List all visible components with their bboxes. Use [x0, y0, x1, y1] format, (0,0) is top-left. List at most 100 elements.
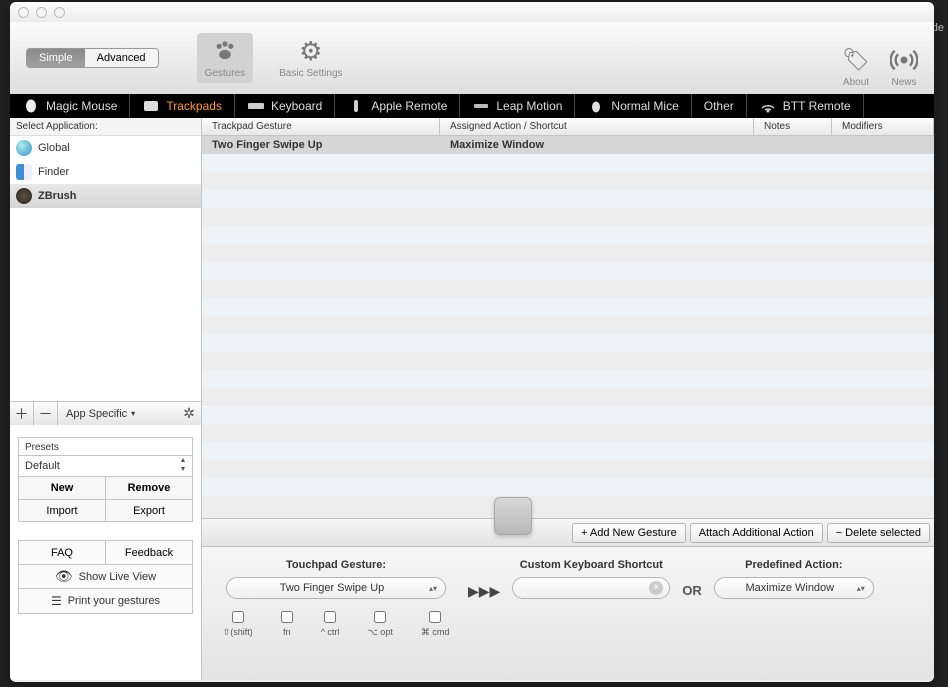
zoom-window-button[interactable] [54, 7, 65, 18]
sidebar-item-zbrush[interactable]: ZBrush [10, 184, 201, 208]
minimize-window-button[interactable] [36, 7, 47, 18]
news-label: News [891, 77, 916, 88]
col-gesture[interactable]: Trackpad Gesture [202, 118, 440, 135]
ctrl-checkbox[interactable] [324, 611, 336, 623]
col-action[interactable]: Assigned Action / Shortcut [440, 118, 754, 135]
tab-label: BTT Remote [783, 99, 851, 113]
chevron-down-icon: ▾ [131, 409, 135, 418]
app-specific-dropdown[interactable]: App Specific ▾ [58, 408, 177, 420]
chevron-updown-icon: ▴▾ [429, 584, 437, 593]
gesture-row[interactable] [202, 226, 934, 244]
shift-checkbox[interactable] [232, 611, 244, 623]
preset-remove-button[interactable]: Remove [106, 477, 192, 499]
tab-magic-mouse[interactable]: Magic Mouse [10, 94, 130, 118]
cmd-checkbox[interactable] [429, 611, 441, 623]
gesture-actions-bar: + Add New Gesture Attach Additional Acti… [202, 518, 934, 546]
gesture-row[interactable] [202, 460, 934, 478]
simple-mode-button[interactable]: Simple [27, 49, 85, 67]
print-gestures-button[interactable]: ☰ Print your gestures [19, 589, 192, 613]
tab-btt-remote[interactable]: BTT Remote [747, 94, 864, 118]
remove-app-button[interactable]: － [34, 402, 58, 426]
gesture-row[interactable] [202, 280, 934, 298]
gesture-row[interactable] [202, 154, 934, 172]
sidebar-gear-button[interactable]: ✲ [177, 405, 201, 422]
gesture-row[interactable] [202, 298, 934, 316]
gesture-row[interactable] [202, 316, 934, 334]
gesture-config-label: Touchpad Gesture: [286, 559, 386, 571]
predefined-action-select[interactable]: Maximize Window ▴▾ [714, 577, 874, 599]
eye-icon: 👁 [55, 568, 73, 585]
clear-shortcut-button[interactable]: × [649, 581, 663, 595]
delete-gesture-button[interactable]: − Delete selected [827, 523, 930, 543]
col-notes[interactable]: Notes [754, 118, 832, 135]
close-window-button[interactable] [18, 7, 29, 18]
presets-select[interactable]: Default ▲▼ [19, 455, 192, 477]
opt-label: ⌥ opt [367, 627, 392, 638]
column-headers: Trackpad Gesture Assigned Action / Short… [202, 118, 934, 136]
tab-leap-motion[interactable]: Leap Motion [460, 94, 575, 118]
tab-trackpads[interactable]: Trackpads [130, 94, 235, 118]
basic-settings-tab-button[interactable]: ⚙ Basic Settings [271, 33, 350, 83]
btt-window: Simple Advanced Gestures ⚙ Basic Setting… [10, 2, 934, 682]
or-label: OR [682, 583, 702, 598]
about-label: About [843, 77, 869, 88]
gesture-row[interactable] [202, 262, 934, 280]
tab-label: Keyboard [271, 99, 322, 113]
shortcut-input[interactable] [527, 582, 647, 594]
gesture-row[interactable] [202, 406, 934, 424]
gesture-row[interactable] [202, 370, 934, 388]
col-modifiers[interactable]: Modifiers [832, 118, 934, 135]
zbrush-icon [16, 188, 32, 204]
presets-value: Default [25, 460, 60, 472]
gesture-row[interactable] [202, 478, 934, 496]
sidebar-item-global[interactable]: Global [10, 136, 201, 160]
toolbar: Simple Advanced Gestures ⚙ Basic Setting… [10, 22, 934, 94]
drag-handle[interactable] [494, 497, 532, 535]
gesture-row[interactable] [202, 496, 934, 514]
fn-checkbox[interactable] [281, 611, 293, 623]
gesture-row[interactable] [202, 334, 934, 352]
preset-new-button[interactable]: New [19, 477, 106, 499]
add-app-button[interactable]: ＋ [10, 402, 34, 426]
attach-action-button[interactable]: Attach Additional Action [690, 523, 823, 543]
help-panel: FAQ Feedback 👁 Show Live View ☰ Print yo… [18, 540, 193, 614]
shortcut-config: Custom Keyboard Shortcut × [512, 559, 670, 599]
tab-apple-remote[interactable]: Apple Remote [335, 94, 460, 118]
tab-keyboard[interactable]: Keyboard [235, 94, 335, 118]
basic-settings-tab-label: Basic Settings [279, 68, 342, 79]
gesture-row[interactable] [202, 244, 934, 262]
gesture-select[interactable]: Two Finger Swipe Up ▴▾ [226, 577, 446, 599]
sidebar-actions: ＋ － App Specific ▾ ✲ [10, 401, 201, 425]
opt-checkbox[interactable] [374, 611, 386, 623]
gesture-row[interactable] [202, 388, 934, 406]
print-label: Print your gestures [68, 595, 160, 607]
news-button[interactable]: News [890, 46, 918, 88]
preset-import-button[interactable]: Import [19, 500, 106, 521]
advanced-mode-button[interactable]: Advanced [85, 49, 158, 67]
mode-segmented-control: Simple Advanced [26, 48, 159, 68]
tab-normal-mice[interactable]: Normal Mice [575, 94, 691, 118]
gesture-row[interactable] [202, 172, 934, 190]
gesture-row[interactable] [202, 190, 934, 208]
gesture-table[interactable]: Two Finger Swipe UpMaximize Window [202, 136, 934, 518]
faq-button[interactable]: FAQ [19, 541, 106, 564]
sidebar-item-finder[interactable]: Finder [10, 160, 201, 184]
gesture-row[interactable] [202, 442, 934, 460]
presets-panel: Presets Default ▲▼ New Remove Import Exp… [18, 437, 193, 522]
gesture-row[interactable] [202, 208, 934, 226]
gesture-row[interactable] [202, 424, 934, 442]
about-button[interactable]: 🏷 About [842, 46, 870, 88]
gesture-row[interactable]: Two Finger Swipe UpMaximize Window [202, 136, 934, 154]
sidebar-item-label: ZBrush [38, 190, 77, 202]
tab-other[interactable]: Other [692, 94, 747, 118]
row-action: Maximize Window [440, 139, 754, 151]
fn-label: fn [283, 627, 291, 637]
feedback-button[interactable]: Feedback [106, 541, 192, 564]
magic-mouse-icon [22, 99, 40, 113]
gesture-row[interactable] [202, 352, 934, 370]
preset-export-button[interactable]: Export [106, 500, 192, 521]
gestures-tab-button[interactable]: Gestures [197, 33, 254, 83]
add-gesture-button[interactable]: + Add New Gesture [572, 523, 686, 543]
show-live-view-button[interactable]: 👁 Show Live View [19, 565, 192, 588]
toolbar-right: 🏷 About News [842, 46, 918, 88]
